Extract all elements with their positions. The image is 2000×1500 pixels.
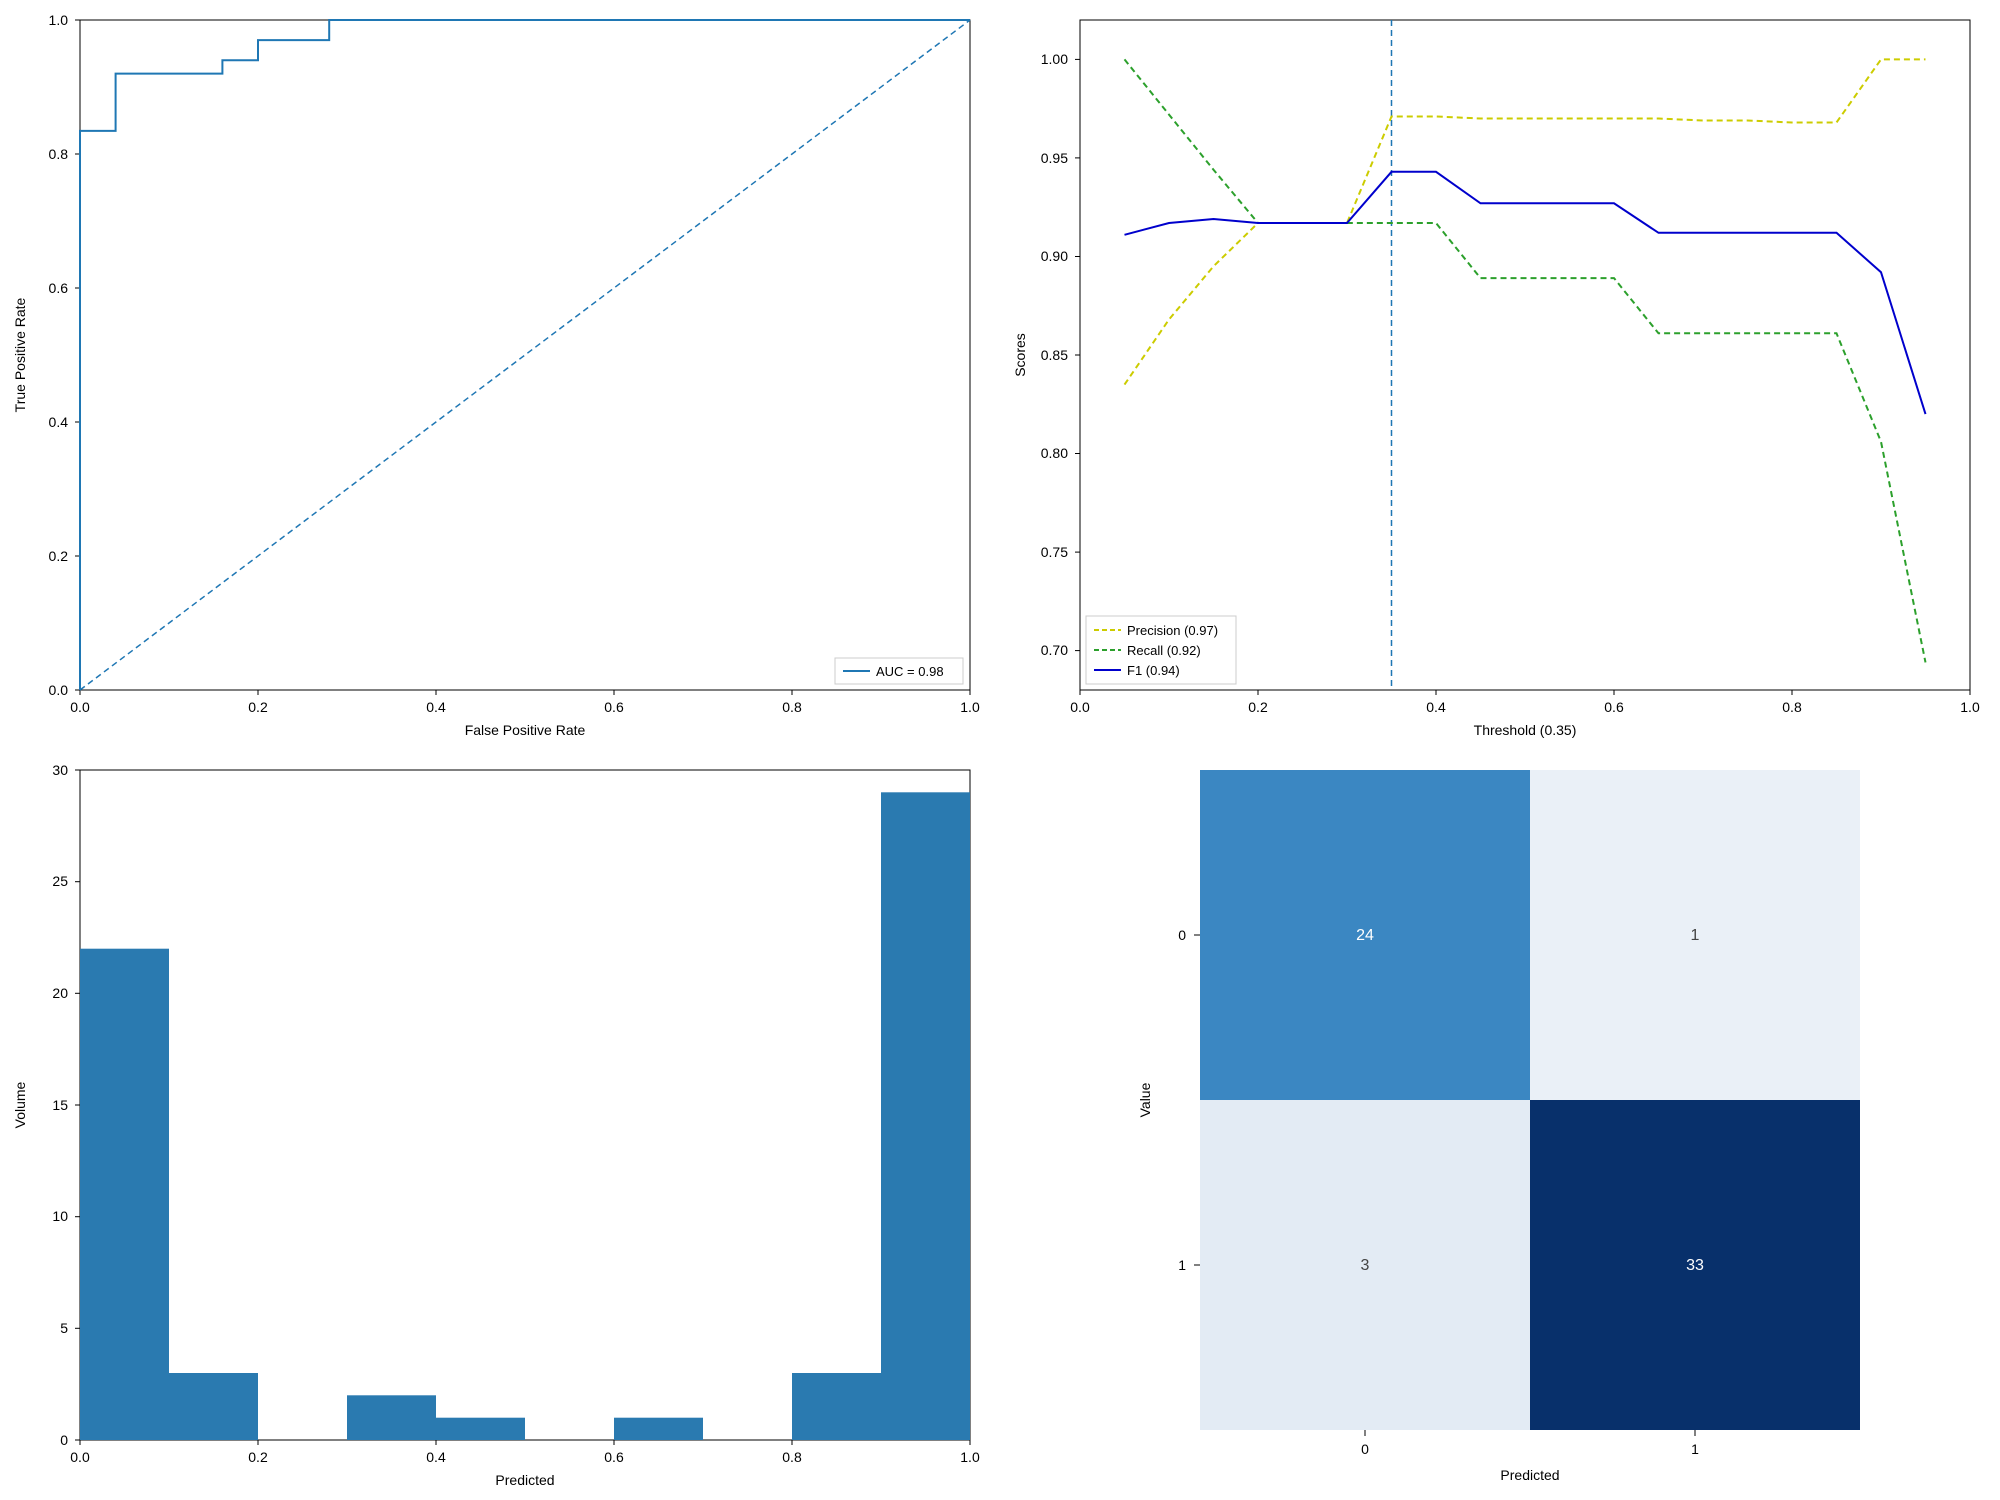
svg-text:0.0: 0.0 [49, 682, 69, 698]
heatmap-cells [1200, 770, 1860, 1430]
svg-text:AUC = 0.98: AUC = 0.98 [876, 664, 944, 679]
y-axis-label: Scores [1012, 333, 1028, 377]
cell-00: 24 [1356, 927, 1374, 944]
y-axis-label: Volume [12, 1081, 28, 1128]
y-ticks: 0 5 10 15 20 25 30 [52, 762, 80, 1448]
x-axis-label: False Positive Rate [465, 722, 586, 738]
roc-chart: 0.0 0.2 0.4 0.6 0.8 1.0 0.0 0.2 0.4 0.6 … [0, 0, 1000, 750]
cell-10: 3 [1361, 1257, 1370, 1274]
svg-text:0.0: 0.0 [1070, 699, 1090, 715]
plot-frame [1080, 20, 1970, 690]
legend: Precision (0.97) Recall (0.92) F1 (0.94) [1086, 616, 1236, 684]
svg-text:1.00: 1.00 [1041, 51, 1068, 67]
svg-text:Precision (0.97): Precision (0.97) [1127, 623, 1218, 638]
svg-text:0.90: 0.90 [1041, 248, 1068, 264]
svg-text:0.8: 0.8 [782, 1449, 802, 1465]
svg-text:0.2: 0.2 [1248, 699, 1268, 715]
y-ticks: 0.0 0.2 0.4 0.6 0.8 1.0 [49, 12, 80, 698]
x-ticks: 0.0 0.2 0.4 0.6 0.8 1.0 [70, 690, 980, 715]
plot-frame [80, 20, 970, 690]
svg-text:0.6: 0.6 [604, 1449, 624, 1465]
x-axis-label: Predicted [1500, 1467, 1559, 1483]
svg-text:10: 10 [52, 1208, 68, 1224]
x-ticks: 0.0 0.2 0.4 0.6 0.8 1.0 [1070, 690, 1980, 715]
chart-grid: 0.0 0.2 0.4 0.6 0.8 1.0 0.0 0.2 0.4 0.6 … [0, 0, 2000, 1500]
svg-text:0.6: 0.6 [49, 280, 69, 296]
svg-text:30: 30 [52, 762, 68, 778]
confusion-matrix: 24 1 3 33 0 1 0 1 Predicted Value [1000, 750, 2000, 1500]
x-axis-label: Predicted [495, 1472, 554, 1488]
svg-text:1.0: 1.0 [49, 12, 69, 28]
svg-text:0.95: 0.95 [1041, 150, 1068, 166]
svg-text:1: 1 [1691, 1441, 1699, 1457]
svg-text:1.0: 1.0 [1960, 699, 1980, 715]
svg-text:1.0: 1.0 [960, 1449, 980, 1465]
svg-text:0.8: 0.8 [1782, 699, 1802, 715]
svg-text:0.2: 0.2 [248, 1449, 268, 1465]
threshold-chart: 0.0 0.2 0.4 0.6 0.8 1.0 0.70 0.75 0.80 0… [1000, 0, 2000, 750]
svg-text:0.0: 0.0 [70, 699, 90, 715]
svg-text:0.4: 0.4 [426, 1449, 446, 1465]
y-ticks: 0.70 0.75 0.80 0.85 0.90 0.95 1.00 [1041, 51, 1080, 658]
svg-text:0: 0 [1361, 1441, 1369, 1457]
svg-text:25: 25 [52, 873, 68, 889]
svg-text:0.8: 0.8 [782, 699, 802, 715]
y-axis-label: Value [1137, 1082, 1153, 1117]
svg-text:0.85: 0.85 [1041, 347, 1068, 363]
svg-text:0.6: 0.6 [604, 699, 624, 715]
svg-text:0.0: 0.0 [70, 1449, 90, 1465]
svg-text:0.75: 0.75 [1041, 544, 1068, 560]
svg-text:0.4: 0.4 [426, 699, 446, 715]
svg-text:1.0: 1.0 [960, 699, 980, 715]
svg-text:F1 (0.94): F1 (0.94) [1127, 663, 1180, 678]
svg-text:0.8: 0.8 [49, 146, 69, 162]
svg-text:0.2: 0.2 [49, 548, 69, 564]
cell-01: 1 [1691, 927, 1700, 944]
svg-text:0.4: 0.4 [1426, 699, 1446, 715]
legend: AUC = 0.98 [835, 658, 963, 684]
svg-text:0.2: 0.2 [248, 699, 268, 715]
x-ticks: 0.0 0.2 0.4 0.6 0.8 1.0 [70, 1440, 980, 1465]
svg-text:0.70: 0.70 [1041, 642, 1068, 658]
svg-text:1: 1 [1178, 1257, 1186, 1273]
cell-11: 33 [1686, 1257, 1704, 1274]
svg-text:15: 15 [52, 1097, 68, 1113]
svg-text:0.4: 0.4 [49, 414, 69, 430]
plot-frame [80, 770, 970, 1440]
svg-text:20: 20 [52, 985, 68, 1001]
svg-text:0.80: 0.80 [1041, 445, 1068, 461]
svg-text:0: 0 [60, 1432, 68, 1448]
svg-text:0: 0 [1178, 927, 1186, 943]
histogram-chart: 0.0 0.2 0.4 0.6 0.8 1.0 0 5 10 15 20 25 … [0, 750, 1000, 1500]
y-axis-label: True Positive Rate [12, 297, 28, 412]
svg-text:Recall (0.92): Recall (0.92) [1127, 643, 1201, 658]
svg-text:5: 5 [60, 1320, 68, 1336]
svg-text:0.6: 0.6 [1604, 699, 1624, 715]
x-axis-label: Threshold (0.35) [1474, 722, 1577, 738]
